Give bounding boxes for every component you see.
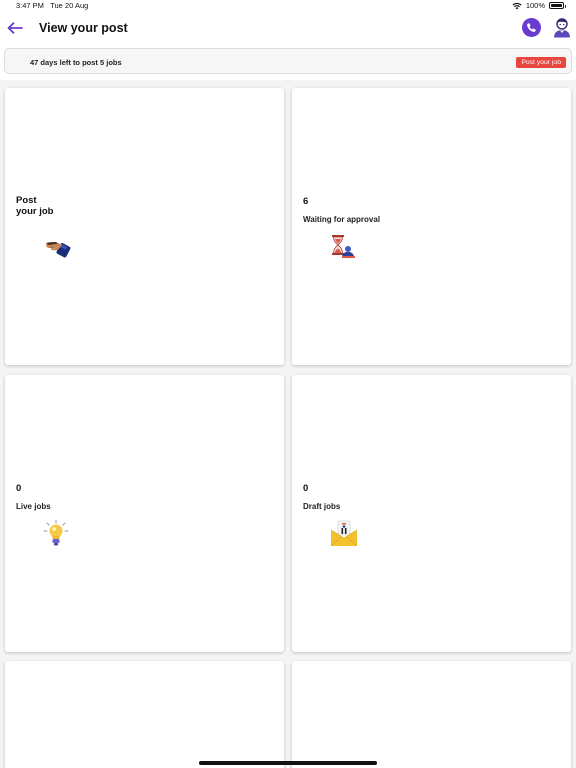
card-row3-right[interactable] [292,661,571,768]
post-your-job-button[interactable]: Post your job [516,57,566,68]
hourglass-icon [332,235,355,258]
live-label: Live jobs [16,502,51,511]
profile-button[interactable] [552,17,572,38]
draft-count: 0 [303,483,309,494]
status-time: 3:47 PM Tue 20 Aug [16,1,89,10]
job-post-banner: 47 days left to post 5 jobs Post your jo… [4,48,572,74]
card-row3-left[interactable] [5,661,284,768]
card-post-job[interactable]: Post your job [5,88,284,365]
live-count: 0 [16,483,22,494]
banner-text: 47 days left to post 5 jobs [30,58,122,67]
arrow-left-icon [7,22,23,34]
phone-icon [527,23,536,32]
home-indicator [199,761,377,765]
status-right: 100% [512,1,566,10]
lightbulb-icon [43,519,69,546]
envelope-icon [330,520,358,547]
waiting-count: 6 [303,196,309,207]
status-bar: 3:47 PM Tue 20 Aug 100% [0,0,576,12]
card-post-job-line2: your job [16,206,54,217]
card-draft-jobs[interactable]: 0 Draft jobs [292,375,571,652]
handshake-icon [46,241,71,258]
page-title: View your post [39,21,128,35]
call-button[interactable] [522,18,541,37]
card-live-jobs[interactable]: 0 Live jobs [5,375,284,652]
card-post-job-line1: Post [16,195,37,206]
card-waiting-approval[interactable]: 6 Waiting for approval [292,88,571,365]
app-header: View your post [0,12,576,46]
back-button[interactable] [4,17,26,39]
battery-percent: 100% [525,1,545,10]
battery-icon [549,2,566,9]
cards-grid: Post your job 6 Waiting for approval 0 L… [0,80,576,768]
banner-section: 47 days left to post 5 jobs Post your jo… [0,46,576,80]
draft-label: Draft jobs [303,502,341,511]
waiting-label: Waiting for approval [303,215,381,224]
wifi-icon [512,2,522,9]
user-avatar-icon [554,18,570,38]
